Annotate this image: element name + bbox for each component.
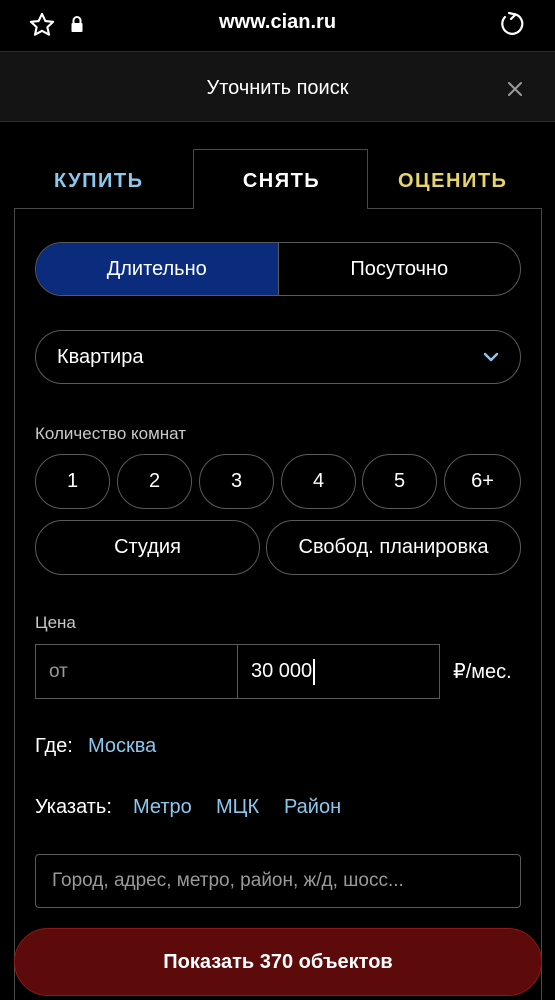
price-from-placeholder: от <box>49 660 68 682</box>
price-range: от 30 000 <box>35 644 440 699</box>
location-search-input[interactable]: Город, адрес, метро, район, ж/д, шосс... <box>35 854 521 908</box>
price-to-input[interactable]: 30 000 <box>238 645 439 698</box>
room-option-4[interactable]: 4 <box>281 454 356 509</box>
where-label: Где: <box>35 735 73 757</box>
tab-rent[interactable]: СНЯТЬ <box>193 149 368 212</box>
price-unit: ₽/мес. <box>453 661 512 683</box>
url-display[interactable]: www.cian.ru <box>0 11 555 34</box>
property-type-select[interactable]: Квартира <box>35 330 521 384</box>
close-icon[interactable] <box>505 79 525 99</box>
location-search-placeholder: Город, адрес, метро, район, ж/д, шосс... <box>52 870 404 891</box>
district-link[interactable]: Район <box>284 796 341 819</box>
tab-rent-label: СНЯТЬ <box>242 170 321 192</box>
divider <box>14 208 194 209</box>
toggle-daily[interactable]: Посуточно <box>279 243 521 295</box>
chevron-down-icon <box>483 352 499 362</box>
browser-bar: www.cian.ru <box>0 0 555 50</box>
modal-title: Уточнить поиск <box>206 77 349 99</box>
room-option-1[interactable]: 1 <box>35 454 110 509</box>
room-option-free-layout[interactable]: Свобод. планировка <box>266 520 521 575</box>
modal-header: Уточнить поиск <box>0 52 555 122</box>
price-label: Цена <box>35 613 76 632</box>
room-option-2[interactable]: 2 <box>117 454 192 509</box>
deal-type-tabs: КУПИТЬ СНЯТЬ ОЦЕНИТЬ <box>0 122 555 212</box>
divider <box>367 208 542 209</box>
room-option-5[interactable]: 5 <box>362 454 437 509</box>
price-to-value: 30 000 <box>251 660 313 682</box>
price-from-input[interactable]: от <box>36 645 238 698</box>
show-results-button[interactable]: Показать 370 объектов <box>14 928 542 996</box>
text-caret <box>313 658 316 685</box>
room-option-3[interactable]: 3 <box>199 454 274 509</box>
city-link[interactable]: Москва <box>88 735 156 758</box>
reload-icon[interactable] <box>497 9 527 39</box>
rent-duration-toggle: Длительно Посуточно <box>35 242 521 296</box>
rooms-label: Количество комнат <box>35 424 187 443</box>
property-type-value: Квартира <box>57 346 144 368</box>
tab-buy[interactable]: КУПИТЬ <box>54 170 144 193</box>
toggle-long-term[interactable]: Длительно <box>36 243 279 295</box>
specify-label: Указать: <box>35 796 112 818</box>
tab-estimate[interactable]: ОЦЕНИТЬ <box>398 170 507 193</box>
mck-link[interactable]: МЦК <box>216 796 259 819</box>
room-option-studio[interactable]: Студия <box>35 520 260 575</box>
metro-link[interactable]: Метро <box>133 796 192 819</box>
room-option-6plus[interactable]: 6+ <box>444 454 521 509</box>
